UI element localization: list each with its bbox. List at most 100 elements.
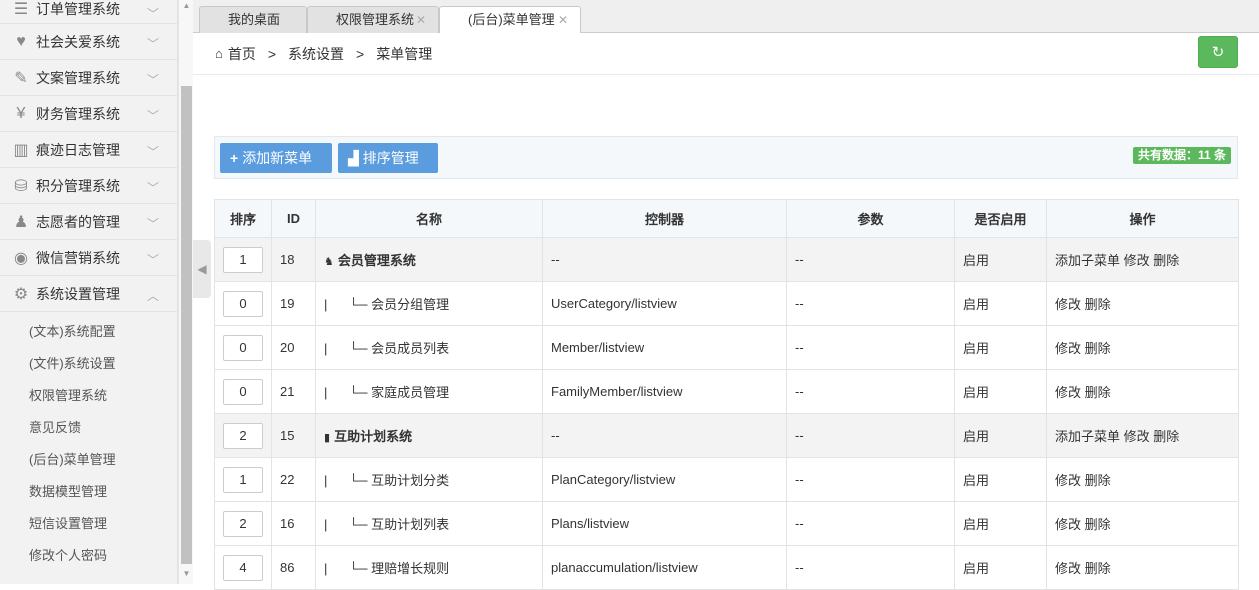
cell-ops: 修改 删除 xyxy=(1046,325,1239,370)
sidebar-item[interactable]: ◉ 微信营销系统 ﹀ xyxy=(0,240,177,276)
delete-link[interactable]: 删除 xyxy=(1085,561,1111,576)
header-sort: 排序 xyxy=(214,199,272,238)
edit-link[interactable]: 修改 xyxy=(1124,253,1150,268)
tab-label: 权限管理系统 xyxy=(336,12,415,27)
edit-link[interactable]: 修改 xyxy=(1055,517,1081,532)
log-icon: ▥ xyxy=(13,141,29,159)
delete-link[interactable]: 删除 xyxy=(1085,385,1111,400)
cell-ops: 修改 删除 xyxy=(1046,457,1239,502)
add-submenu-link[interactable]: 添加子菜单 xyxy=(1055,429,1120,444)
cell-controller: -- xyxy=(542,237,787,282)
sidebar-item[interactable]: ⚙ 系统设置管理 ︿ xyxy=(0,276,177,312)
tab-desktop[interactable]: 我的桌面 xyxy=(199,6,307,34)
sidebar-item[interactable]: ♟ 志愿者的管理 ﹀ xyxy=(0,204,177,240)
delete-link[interactable]: 删除 xyxy=(1153,253,1179,268)
sidebar-subitem[interactable]: 修改个人密码 xyxy=(0,540,177,572)
sort-input[interactable]: 1 xyxy=(223,466,263,493)
sidebar-item[interactable]: ☰ 订单管理系统 ﹀ xyxy=(0,0,177,24)
sidebar-item-label: 志愿者的管理 xyxy=(36,213,120,230)
header-enabled: 是否启用 xyxy=(954,199,1047,238)
sidebar-scrollbar[interactable]: ▲ ▼ xyxy=(178,0,193,584)
cell-name: | └─ 理赔增长规则 xyxy=(315,545,543,590)
menu-name: 互助计划系统 xyxy=(334,429,413,444)
collapse-sidebar-button[interactable]: ◀ xyxy=(193,240,211,298)
refresh-button[interactable]: ↻ xyxy=(1198,36,1238,68)
sort-input[interactable]: 2 xyxy=(223,510,263,537)
sidebar-subitem[interactable]: (文件)系统设置 xyxy=(0,348,177,380)
sidebar-item-label: 订单管理系统 xyxy=(36,0,120,17)
cell-name: | └─ 家庭成员管理 xyxy=(315,369,543,414)
edit-link[interactable]: 修改 xyxy=(1055,473,1081,488)
sidebar-item-label: 社会关爱系统 xyxy=(36,33,120,50)
sidebar-item[interactable]: ⛁ 积分管理系统 ﹀ xyxy=(0,168,177,204)
cell-sort: 0 xyxy=(214,369,272,414)
add-submenu-link[interactable]: 添加子菜单 xyxy=(1055,253,1120,268)
close-icon[interactable]: ✕ xyxy=(558,7,568,33)
sort-input[interactable]: 1 xyxy=(223,246,263,273)
tree-prefix: | └─ xyxy=(324,473,372,488)
header-controller: 控制器 xyxy=(542,199,787,238)
sidebar-item-label: 积分管理系统 xyxy=(36,177,120,194)
tree-prefix: | └─ xyxy=(324,561,372,576)
delete-link[interactable]: 删除 xyxy=(1153,429,1179,444)
sidebar-item-label: 文案管理系统 xyxy=(36,69,120,86)
sort-input[interactable]: 0 xyxy=(223,290,263,317)
edit-link[interactable]: 修改 xyxy=(1055,341,1081,356)
cell-id: 15 xyxy=(271,413,316,458)
sidebar-item[interactable]: ¥ 财务管理系统 ﹀ xyxy=(0,96,177,132)
sidebar-item-label: 痕迹日志管理 xyxy=(36,141,120,158)
cell-enabled: 启用 xyxy=(954,545,1047,590)
chevron-left-icon: ◀ xyxy=(197,262,207,276)
cell-id: 22 xyxy=(271,457,316,502)
chevron-down-icon: ﹀ xyxy=(147,109,160,123)
sort-manage-button[interactable]: ▟ 排序管理 xyxy=(338,143,438,173)
sidebar-subitem[interactable]: 意见反馈 xyxy=(0,412,177,444)
close-icon[interactable]: ✕ xyxy=(416,7,426,33)
scroll-up-arrow-icon[interactable]: ▲ xyxy=(182,2,191,10)
sidebar-item[interactable]: ▥ 痕迹日志管理 ﹀ xyxy=(0,132,177,168)
sidebar-subitem[interactable]: 权限管理系统 xyxy=(0,380,177,412)
sidebar-item[interactable]: ✎ 文案管理系统 ﹀ xyxy=(0,60,177,96)
cell-params: -- xyxy=(786,413,955,458)
add-menu-button[interactable]: + 添加新菜单 xyxy=(220,143,332,173)
delete-link[interactable]: 删除 xyxy=(1085,297,1111,312)
sidebar-subitem[interactable]: 数据模型管理 xyxy=(0,476,177,508)
sidebar-subitem[interactable]: 短信设置管理 xyxy=(0,508,177,540)
cell-id: 86 xyxy=(271,545,316,590)
chevron-down-icon: ﹀ xyxy=(147,7,160,21)
tab-permission[interactable]: 权限管理系统 ✕ xyxy=(307,6,439,34)
breadcrumb-level1[interactable]: 系统设置 xyxy=(288,44,344,64)
header-id: ID xyxy=(271,199,316,238)
sidebar-item-label: 财务管理系统 xyxy=(36,105,120,122)
cell-controller: Plans/listview xyxy=(542,501,787,546)
delete-link[interactable]: 删除 xyxy=(1085,341,1111,356)
breadcrumb-home[interactable]: 首页 xyxy=(228,44,256,64)
chevron-down-icon: ﹀ xyxy=(147,145,160,159)
volunteer-icon: ♟ xyxy=(13,213,29,231)
sidebar-subitem[interactable]: (文本)系统配置 xyxy=(0,316,177,348)
menu-name: 会员成员列表 xyxy=(371,341,450,356)
edit-link[interactable]: 修改 xyxy=(1055,561,1081,576)
cell-enabled: 启用 xyxy=(954,281,1047,326)
delete-link[interactable]: 删除 xyxy=(1085,473,1111,488)
tab-menu-manage[interactable]: (后台)菜单管理 ✕ xyxy=(439,6,581,35)
sidebar-item[interactable]: ♥ 社会关爱系统 ﹀ xyxy=(0,24,177,60)
sort-input[interactable]: 0 xyxy=(223,378,263,405)
users-icon: ♞ xyxy=(324,256,334,268)
tree-prefix: | └─ xyxy=(324,297,372,312)
delete-link[interactable]: 删除 xyxy=(1085,517,1111,532)
edit-link[interactable]: 修改 xyxy=(1055,385,1081,400)
edit-link[interactable]: 修改 xyxy=(1055,297,1081,312)
edit-link[interactable]: 修改 xyxy=(1124,429,1150,444)
cell-enabled: 启用 xyxy=(954,325,1047,370)
scroll-down-arrow-icon[interactable]: ▼ xyxy=(182,570,191,578)
cell-enabled: 启用 xyxy=(954,501,1047,546)
sort-input[interactable]: 4 xyxy=(223,554,263,581)
tab-bar: 我的桌面 权限管理系统 ✕ (后台)菜单管理 ✕ xyxy=(193,0,1259,35)
scrollbar-thumb[interactable] xyxy=(181,86,192,564)
sort-input[interactable]: 0 xyxy=(223,334,263,361)
sidebar-subitem[interactable]: (后台)菜单管理 xyxy=(0,444,177,476)
sort-input[interactable]: 2 xyxy=(223,422,263,449)
cell-ops: 修改 删除 xyxy=(1046,501,1239,546)
cell-enabled: 启用 xyxy=(954,457,1047,502)
